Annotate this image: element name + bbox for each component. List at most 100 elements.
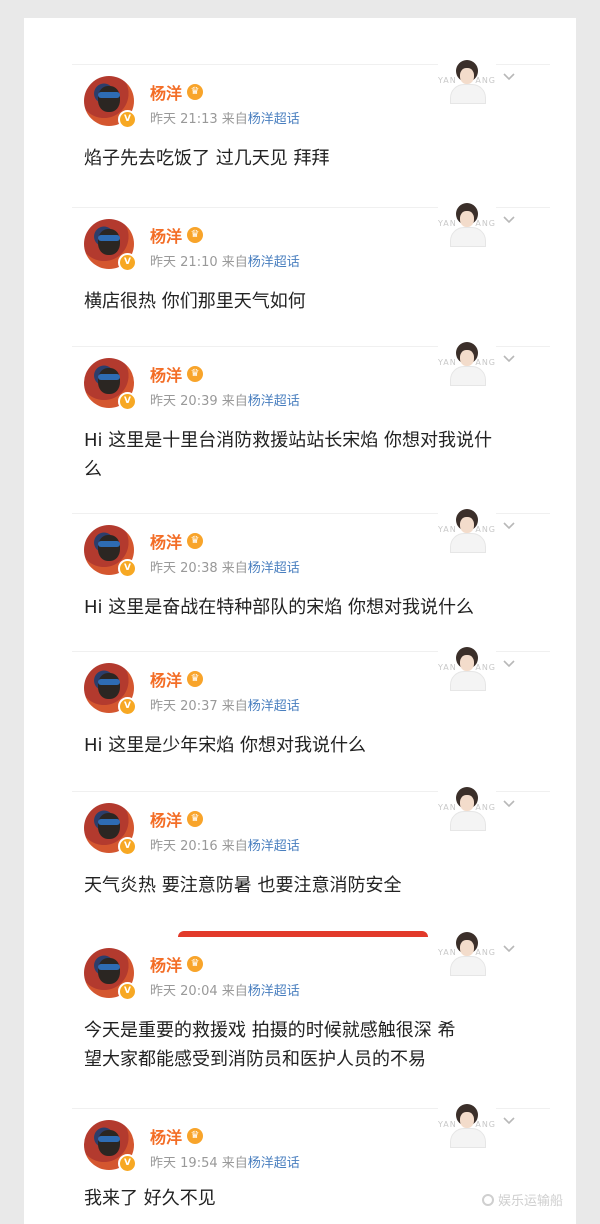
source-prefix: 来自: [221, 839, 248, 854]
chevron-down-icon[interactable]: [502, 797, 516, 811]
avatar-visor: [98, 374, 120, 380]
avatar-face: [98, 1130, 120, 1156]
portrait-face: [460, 517, 474, 533]
portrait-body: [450, 366, 486, 386]
author-row: 杨洋 ♛: [150, 223, 204, 247]
post-meta: 昨天 20:39 来自杨洋超话: [150, 390, 300, 409]
watermark-logo-icon: [482, 1193, 494, 1206]
post-meta: 昨天 21:10 来自杨洋超话: [150, 251, 300, 270]
avatar[interactable]: V: [84, 1120, 137, 1173]
author-row: 杨洋 ♛: [150, 807, 204, 831]
card-text-left: YAN: [438, 219, 457, 228]
post-time: 20:39: [180, 394, 218, 409]
verified-badge-icon: V: [118, 110, 137, 129]
card-text-left: YAN: [438, 76, 457, 85]
author-row: 杨洋 ♛: [150, 1124, 204, 1148]
author-name[interactable]: 杨洋: [150, 80, 182, 104]
post-time: 19:54: [180, 1156, 218, 1171]
chevron-down-icon[interactable]: [502, 519, 516, 533]
post-day: 昨天: [150, 561, 177, 576]
post-meta: 昨天 20:37 来自杨洋超话: [150, 695, 300, 714]
portrait-face: [460, 940, 474, 956]
verified-badge-icon: V: [118, 837, 137, 856]
portrait-face: [460, 68, 474, 84]
card-text-left: YAN: [438, 663, 457, 672]
source-link[interactable]: 杨洋超话: [248, 1156, 300, 1171]
avatar[interactable]: V: [84, 358, 137, 411]
verified-badge-icon: V: [118, 559, 137, 578]
source-link[interactable]: 杨洋超话: [248, 394, 300, 409]
post-time: 20:04: [180, 984, 218, 999]
feed-page: V 杨洋 ♛ 昨天 21:13 来自杨洋超话 YAN ANG 焰子先去吃饭了 过…: [24, 18, 576, 1224]
author-name[interactable]: 杨洋: [150, 1124, 182, 1148]
post-content: 焰子先去吃饭了 过几天见 拜拜: [84, 148, 330, 169]
source-link[interactable]: 杨洋超话: [248, 839, 300, 854]
avatar[interactable]: V: [84, 803, 137, 856]
source-link[interactable]: 杨洋超话: [248, 561, 300, 576]
card-text-left: YAN: [438, 803, 457, 812]
author-name[interactable]: 杨洋: [150, 529, 182, 553]
source-link[interactable]: 杨洋超话: [248, 255, 300, 270]
source-link[interactable]: 杨洋超话: [248, 112, 300, 127]
portrait-face: [460, 1112, 474, 1128]
red-tab-indicator: [178, 931, 428, 937]
author-row: 杨洋 ♛: [150, 362, 204, 386]
source-link[interactable]: 杨洋超话: [248, 699, 300, 714]
card-text-right: ANG: [475, 219, 496, 228]
card-text-right: ANG: [475, 663, 496, 672]
author-name[interactable]: 杨洋: [150, 667, 182, 691]
post-content: Hi 这里是奋战在特种部队的宋焰 你想对我说什么: [84, 597, 474, 618]
chevron-down-icon[interactable]: [502, 657, 516, 671]
chevron-down-icon[interactable]: [502, 352, 516, 366]
portrait-face: [460, 211, 474, 227]
post-day: 昨天: [150, 255, 177, 270]
chevron-down-icon[interactable]: [502, 70, 516, 84]
author-name[interactable]: 杨洋: [150, 223, 182, 247]
avatar[interactable]: V: [84, 76, 137, 129]
profile-card-image: YAN ANG: [438, 647, 496, 691]
post-content: Hi 这里是少年宋焰 你想对我说什么: [84, 735, 366, 756]
author-name[interactable]: 杨洋: [150, 952, 182, 976]
verified-badge-icon: V: [118, 982, 137, 1001]
source-prefix: 来自: [221, 1156, 248, 1171]
portrait-face: [460, 655, 474, 671]
post-meta: 昨天 21:13 来自杨洋超话: [150, 108, 300, 127]
avatar[interactable]: V: [84, 663, 137, 716]
avatar-face: [98, 535, 120, 561]
portrait-face: [460, 795, 474, 811]
watermark: 娱乐运输船: [482, 1190, 563, 1209]
profile-card-image: YAN ANG: [438, 787, 496, 831]
chevron-down-icon[interactable]: [502, 942, 516, 956]
avatar[interactable]: V: [84, 525, 137, 578]
avatar[interactable]: V: [84, 219, 137, 272]
portrait-body: [450, 84, 486, 104]
card-text-right: ANG: [475, 76, 496, 85]
chevron-down-icon[interactable]: [502, 1114, 516, 1128]
author-name[interactable]: 杨洋: [150, 362, 182, 386]
card-text-right: ANG: [475, 525, 496, 534]
source-link[interactable]: 杨洋超话: [248, 984, 300, 999]
post-day: 昨天: [150, 699, 177, 714]
avatar-face: [98, 813, 120, 839]
verified-badge-icon: V: [118, 253, 137, 272]
post-day: 昨天: [150, 839, 177, 854]
card-text-left: YAN: [438, 358, 457, 367]
avatar-visor: [98, 819, 120, 825]
crown-icon: ♛: [187, 533, 204, 549]
crown-icon: ♛: [187, 811, 204, 827]
profile-card-image: YAN ANG: [438, 342, 496, 386]
crown-icon: ♛: [187, 227, 204, 243]
author-row: 杨洋 ♛: [150, 80, 204, 104]
portrait-body: [450, 1128, 486, 1148]
avatar-face: [98, 673, 120, 699]
author-row: 杨洋 ♛: [150, 952, 204, 976]
chevron-down-icon[interactable]: [502, 213, 516, 227]
avatar-visor: [98, 679, 120, 685]
avatar[interactable]: V: [84, 948, 137, 1001]
portrait-body: [450, 811, 486, 831]
crown-icon: ♛: [187, 1128, 204, 1144]
author-name[interactable]: 杨洋: [150, 807, 182, 831]
post-content: 今天是重要的救援戏 拍摄的时候就感触很深 希望大家都能感受到消防员和医护人员的不…: [84, 1020, 456, 1070]
avatar-face: [98, 958, 120, 984]
post-meta: 昨天 20:04 来自杨洋超话: [150, 980, 300, 999]
